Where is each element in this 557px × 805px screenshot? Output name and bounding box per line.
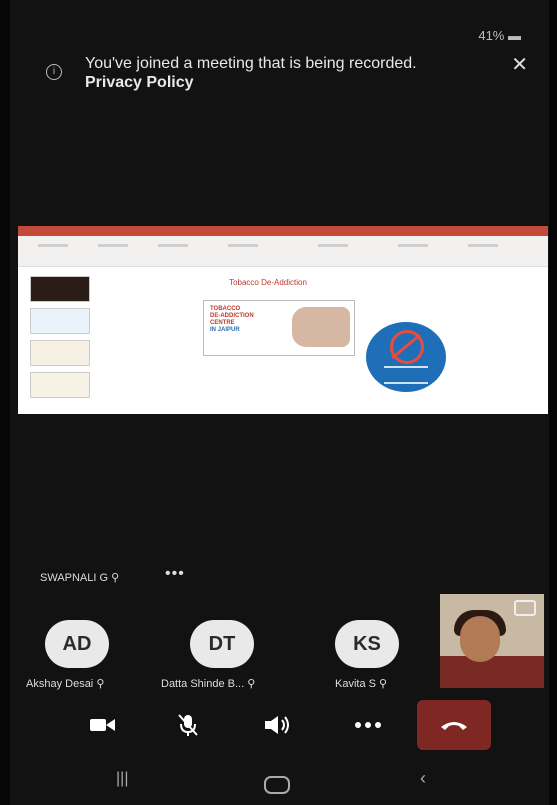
switch-camera-icon[interactable] [514,600,536,616]
speaker-icon[interactable] [255,705,301,745]
slide-image: TOBACCO DE-ADDICTION CENTRE IN JAIPUR [203,300,355,356]
end-call-icon [441,722,467,730]
slide-thumbnail[interactable] [30,372,90,398]
device-frame-left [0,0,10,805]
back-icon[interactable]: ‹ [420,768,426,789]
participant-name: Datta Shinde B... ⚲ [161,678,256,690]
slide-thumbnail[interactable] [30,308,90,334]
recent-apps-icon[interactable]: ||| [116,770,128,788]
banner-text: You've joined a meeting that is being re… [85,54,445,92]
app-title-bar [18,226,548,236]
close-icon[interactable]: ✕ [511,52,528,77]
mic-icon: ⚲ [111,572,120,584]
mic-icon: ⚲ [379,678,388,690]
shared-screen[interactable]: Tobacco De-Addiction TOBACCO DE-ADDICTIO… [18,226,548,414]
slide-image-text: TOBACCO DE-ADDICTION CENTRE IN JAIPUR [210,306,254,333]
battery-icon: ▬ [508,28,521,43]
mic-icon: ⚲ [247,678,256,690]
banner-message: You've joined a meeting that is being re… [85,55,417,72]
presenter-name: SWAPNALI G ⚲ [40,572,120,584]
ribbon [18,236,548,267]
participant-name: Kavita S ⚲ [335,678,388,690]
battery-percent: 41% [478,28,505,43]
slide-thumbnail[interactable] [30,276,90,302]
slide-title: Tobacco De-Addiction [229,278,307,287]
self-video[interactable] [440,594,544,688]
slide-thumbnail[interactable] [30,340,90,366]
mic-icon: ⚲ [96,678,105,690]
more-icon[interactable] [345,705,391,745]
no-smoking-icon [366,322,446,392]
recording-banner: i You've joined a meeting that is being … [40,52,540,102]
info-icon: i [46,64,62,80]
avatar[interactable]: DT [190,620,254,668]
mic-off-icon[interactable] [165,705,211,745]
home-icon[interactable] [264,776,290,794]
slide-thumbnails [22,270,98,414]
privacy-policy-link[interactable]: Privacy Policy [85,74,194,91]
status-bar: 41% ▬ [478,28,521,43]
android-nav-bar: ||| ‹ [0,768,557,805]
video-camera-icon[interactable] [80,705,126,745]
participant-name: Akshay Desai ⚲ [26,678,105,690]
fist-image [292,307,350,347]
avatar[interactable]: AD [45,620,109,668]
more-options-icon[interactable]: ••• [165,565,185,583]
end-call-button[interactable] [417,700,491,750]
avatar[interactable]: KS [335,620,399,668]
device-frame-right [549,0,557,805]
meeting-screen: 41% ▬ i You've joined a meeting that is … [0,0,557,805]
